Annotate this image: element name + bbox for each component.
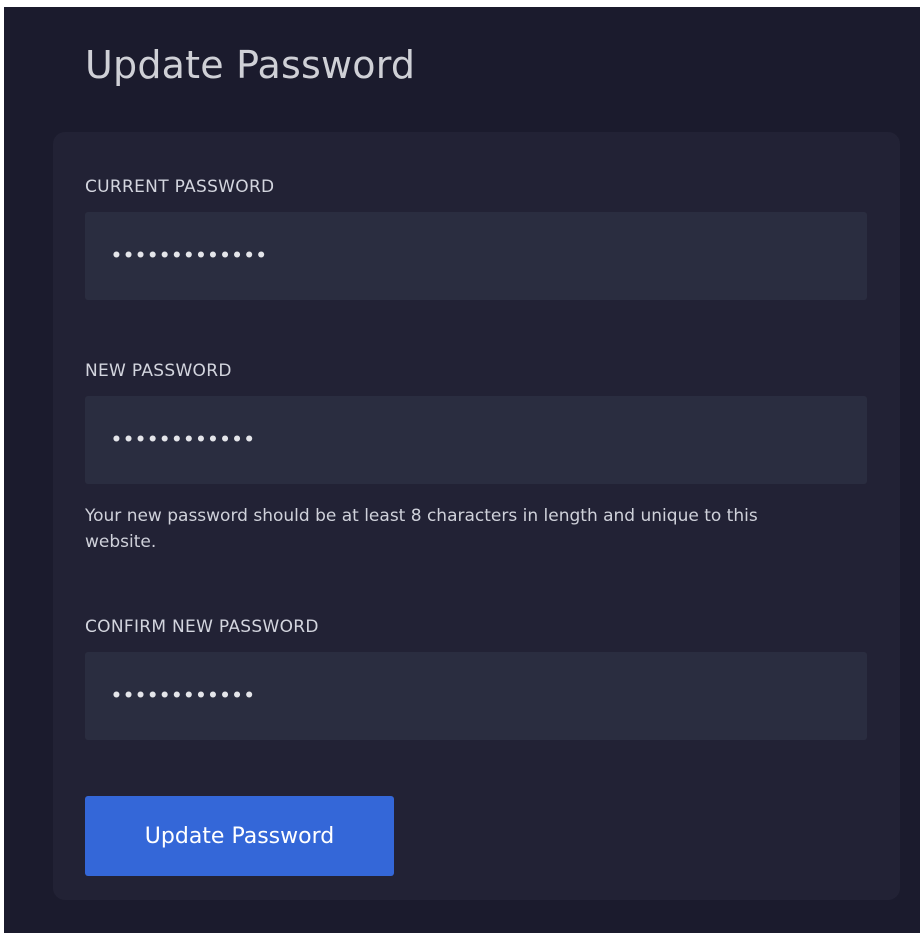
current-password-field[interactable]: •••••••••••••: [85, 212, 867, 300]
new-password-help-text: Your new password should be at least 8 c…: [85, 506, 758, 552]
new-password-field[interactable]: ••••••••••••: [85, 396, 867, 484]
current-password-label: CURRENT PASSWORD: [85, 177, 275, 197]
new-password-label: NEW PASSWORD: [85, 361, 232, 381]
page-title: Update Password: [85, 43, 416, 87]
confirm-password-label: CONFIRM NEW PASSWORD: [85, 617, 319, 637]
confirm-password-value: ••••••••••••: [111, 686, 256, 706]
update-password-card: CURRENT PASSWORD ••••••••••••• NEW PASSW…: [53, 132, 900, 900]
new-password-value: ••••••••••••: [111, 430, 256, 450]
confirm-password-field[interactable]: ••••••••••••: [85, 652, 867, 740]
page-container: Update Password CURRENT PASSWORD •••••••…: [4, 7, 920, 933]
update-password-button[interactable]: Update Password: [85, 796, 394, 876]
current-password-value: •••••••••••••: [111, 246, 268, 266]
